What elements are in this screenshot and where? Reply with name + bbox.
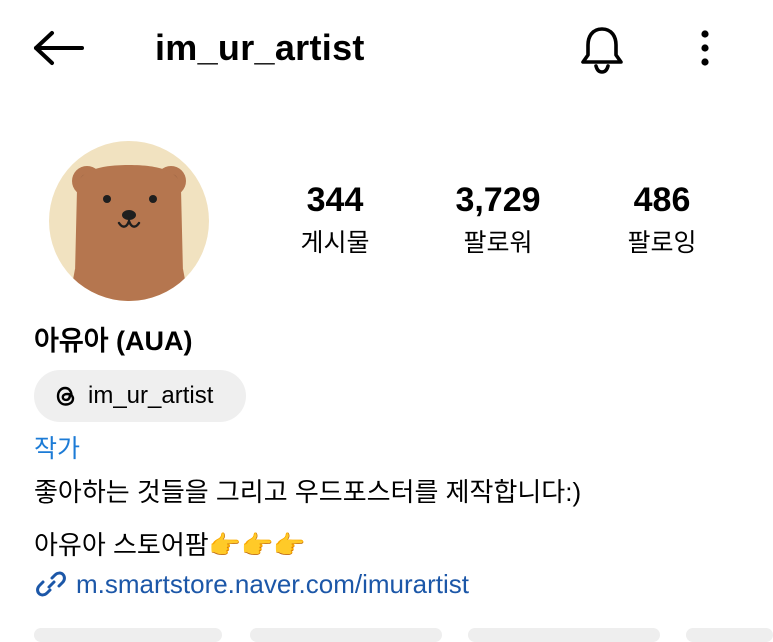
- profile-avatar[interactable]: [49, 141, 209, 301]
- more-options-button[interactable]: [688, 24, 722, 72]
- stat-following-label: 팔로잉: [627, 229, 697, 257]
- profile-category: 작가: [34, 435, 81, 463]
- top-bar: im_ur_artist: [0, 0, 773, 96]
- bio-line-2: 아유아 스토어팜👉👉👉: [34, 530, 306, 560]
- stat-posts-value: 344: [306, 181, 364, 219]
- stat-following[interactable]: 486 팔로잉: [587, 178, 737, 262]
- stat-posts-label: 게시물: [300, 229, 370, 257]
- bio-line-1: 좋아하는 것들을 그리고 우드포스터를 제작합니다:): [34, 477, 582, 507]
- vertical-dots-icon: [701, 30, 709, 66]
- action-button-4[interactable]: [686, 628, 773, 642]
- action-button-2[interactable]: [250, 628, 442, 642]
- link-icon: [34, 567, 68, 601]
- display-name: 아유아 (AUA): [34, 326, 193, 356]
- profile-link-text: m.smartstore.naver.com/imurartist: [76, 569, 469, 599]
- stat-following-value: 486: [633, 181, 691, 219]
- threads-handle: im_ur_artist: [88, 382, 214, 409]
- profile-link[interactable]: m.smartstore.naver.com/imurartist: [34, 566, 469, 602]
- stat-posts[interactable]: 344 게시물: [260, 178, 410, 262]
- action-buttons-row: [0, 628, 773, 642]
- stat-followers[interactable]: 3,729 팔로워: [423, 178, 573, 262]
- bell-icon: [581, 27, 623, 74]
- bear-avatar: [49, 141, 209, 301]
- arrow-left-icon: [34, 31, 84, 65]
- stat-followers-label: 팔로워: [463, 229, 533, 257]
- back-button[interactable]: [30, 26, 86, 70]
- profile-username: im_ur_artist: [155, 27, 365, 68]
- notification-button[interactable]: [576, 22, 628, 76]
- threads-badge[interactable]: im_ur_artist: [34, 370, 246, 422]
- action-button-3[interactable]: [468, 628, 660, 642]
- threads-icon: [52, 382, 80, 410]
- stat-followers-value: 3,729: [455, 181, 541, 219]
- action-button-1[interactable]: [34, 628, 222, 642]
